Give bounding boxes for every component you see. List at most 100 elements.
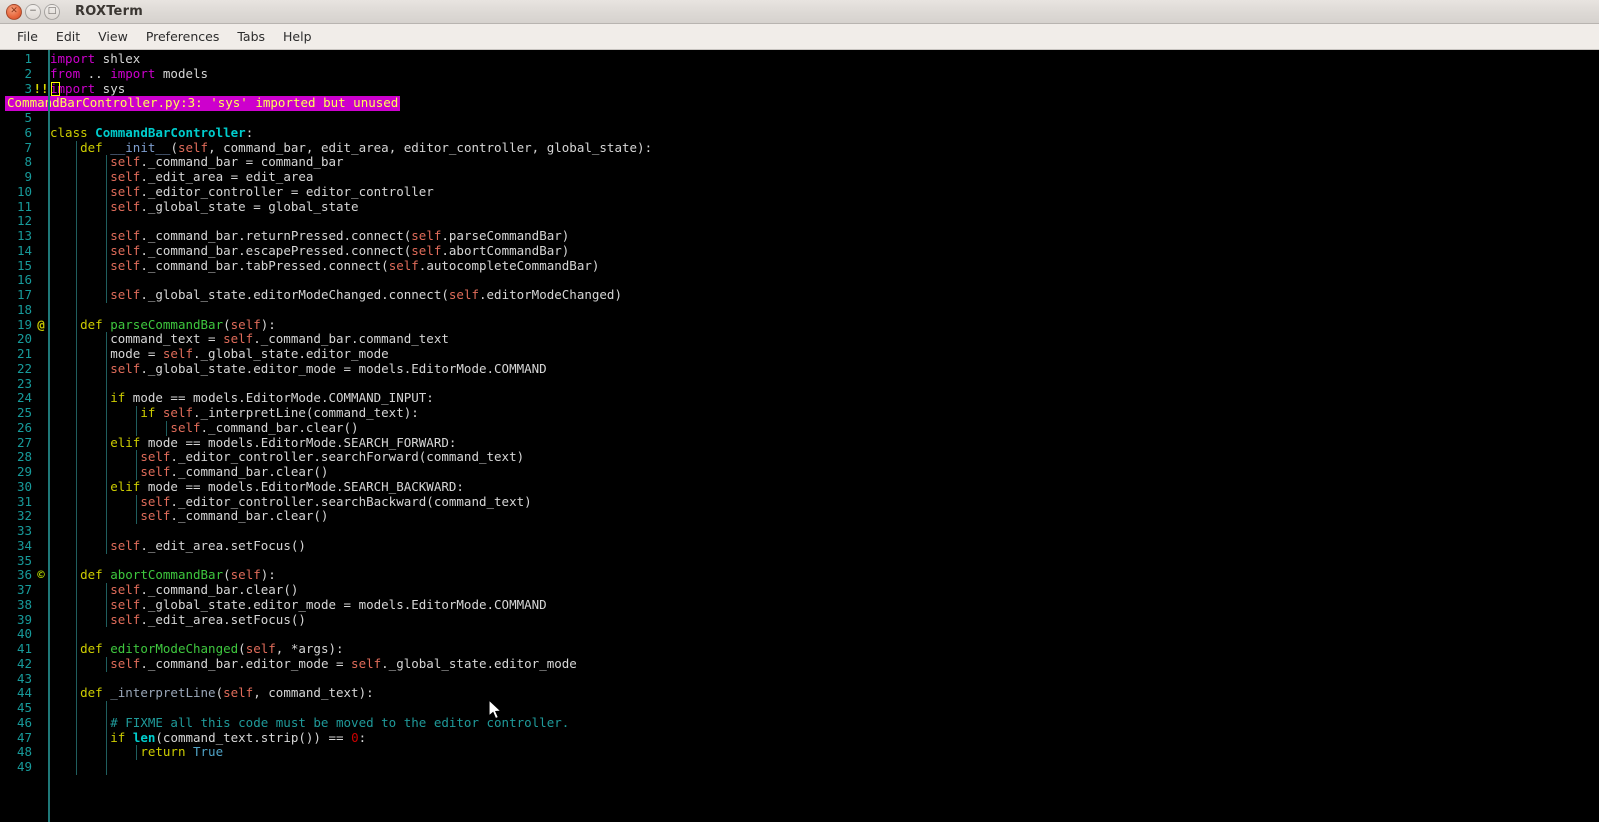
menu-item-help[interactable]: Help — [274, 26, 321, 47]
indent-guide — [76, 258, 78, 274]
indent-guide — [76, 730, 78, 746]
line-number: 44 — [16, 685, 32, 701]
diagnostic-row: CommandBarController.py:3: 'sys' importe… — [0, 95, 1568, 111]
indent-guide — [106, 229, 108, 244]
gutter-separator — [48, 50, 50, 822]
indent-guide — [106, 538, 108, 554]
code-text: self._edit_area = edit_area — [110, 169, 314, 184]
terminal-content[interactable]: 1 import shlex 2 from .. import models 3!!im… — [0, 50, 1599, 822]
line-number: 26 — [16, 419, 32, 435]
menu-item-view[interactable]: View — [89, 26, 137, 47]
code-line: 33 — [0, 523, 1568, 539]
line-number: 19 — [16, 316, 32, 332]
menu-item-edit[interactable]: Edit — [47, 26, 89, 47]
code-text: self._edit_area.setFocus() — [110, 537, 306, 553]
maximize-icon[interactable]: □ — [44, 3, 60, 20]
indent-guide — [106, 715, 108, 731]
indent-guide — [76, 391, 78, 406]
code-line: 6 class CommandBarController: — [0, 125, 1568, 141]
menu-item-tabs[interactable]: Tabs — [228, 26, 274, 47]
line-number: 27 — [16, 434, 32, 450]
code-text: self._global_state.editor_mode = models.… — [110, 360, 547, 376]
code-line: 23 — [0, 376, 1568, 392]
indent-guide — [106, 450, 108, 465]
indent-guide — [76, 627, 78, 642]
line-number: 17 — [16, 287, 32, 302]
indent-guide — [76, 170, 78, 185]
code-line: 49 — [0, 759, 1568, 775]
editor-buffer[interactable]: 1 import shlex 2 from .. import models 3!!im… — [0, 51, 1568, 775]
code-text: def parseCommandBar(self): — [80, 316, 276, 332]
code-line: 28 self._editor_controller.searchForward… — [0, 449, 1568, 465]
code-line: 18 — [0, 301, 1568, 318]
lint-error-banner: CommandBarController.py:3: 'sys' importe… — [5, 95, 401, 111]
menu-item-preferences[interactable]: Preferences — [137, 26, 229, 47]
line-number: 46 — [16, 714, 32, 730]
code-line: 29 self._command_bar.clear() — [0, 464, 1568, 480]
code-line: 44 def _interpretLine(self, command_text… — [0, 685, 1568, 701]
code-line: 42 self._command_bar.editor_mode = self.… — [0, 655, 1568, 672]
minimize-icon[interactable]: − — [25, 3, 41, 20]
indent-guide — [136, 465, 138, 480]
code-line: 38 self._global_state.editor_mode = mode… — [0, 597, 1568, 613]
indent-guide — [106, 288, 108, 303]
indent-guide — [76, 465, 78, 480]
indent-guide — [76, 686, 78, 701]
code-text: self._command_bar.clear() — [140, 508, 329, 524]
indent-guide — [106, 656, 108, 672]
line-number: 25 — [16, 405, 32, 420]
code-text: self._command_bar.clear() — [140, 464, 329, 479]
code-text: command_text = self._command_bar.command… — [50, 331, 449, 347]
line-number: 45 — [16, 700, 32, 715]
indent-guide — [106, 332, 108, 347]
indent-guide — [106, 273, 108, 288]
indent-guide — [106, 406, 108, 421]
code-line: 48 return True — [0, 744, 1568, 760]
line-number: 42 — [16, 655, 32, 671]
indent-guide — [76, 243, 78, 259]
indent-guide — [136, 420, 138, 436]
code-line: 45 — [0, 700, 1568, 716]
code-line: 16 — [0, 272, 1568, 288]
code-text: def __init__(self, command_bar, edit_are… — [80, 139, 653, 155]
indent-guide — [76, 229, 78, 244]
code-text: self._command_bar.clear() — [110, 582, 299, 597]
line-number: 13 — [16, 228, 32, 243]
code-text: if len(command_text.strip()) == 0: — [110, 729, 367, 745]
indent-guide — [76, 214, 78, 229]
line-number: 8 — [24, 154, 32, 170]
code-line: 11 self._global_state = global_state — [0, 199, 1568, 215]
close-icon[interactable]: ✕ — [6, 3, 22, 20]
indent-guide — [76, 361, 78, 377]
line-number: 31 — [16, 493, 32, 509]
indent-guide — [106, 347, 108, 362]
code-line: 3!!import sys — [0, 80, 1568, 97]
line-number: 18 — [16, 301, 32, 317]
code-line: 12 — [0, 213, 1568, 229]
indent-guide — [106, 391, 108, 406]
menu-item-file[interactable]: File — [8, 26, 47, 47]
code-text: self._command_bar = command_bar — [110, 154, 344, 170]
code-line: 2 from .. import models — [0, 66, 1568, 82]
menu-bar: File Edit View Preferences Tabs Help — [0, 24, 1599, 50]
code-text: self._command_bar.editor_mode = self._gl… — [110, 655, 577, 671]
indent-guide — [106, 494, 108, 510]
code-line: 22 self._global_state.editor_mode = mode… — [0, 360, 1568, 377]
indent-guide — [106, 184, 108, 200]
indent-guide — [106, 730, 108, 746]
code-line: 36 © def abortCommandBar(self): — [0, 567, 1568, 583]
indent-guide — [76, 435, 78, 451]
line-number: 37 — [16, 582, 32, 597]
title-bar: ✕ − □ ROXTerm — [0, 0, 1599, 24]
line-number: 3 — [24, 80, 32, 96]
indent-guide — [76, 509, 78, 524]
indent-guide — [76, 140, 78, 156]
code-text: mode = self._global_state.editor_mode — [110, 346, 389, 361]
indent-guide — [76, 420, 78, 436]
indent-guide — [76, 332, 78, 347]
code-line: 39 self._edit_area.setFocus() — [0, 611, 1568, 628]
indent-guide — [76, 302, 78, 318]
line-number: 39 — [16, 611, 32, 627]
code-line: 8 self._command_bar = command_bar — [0, 154, 1568, 170]
indent-guide — [76, 199, 78, 215]
